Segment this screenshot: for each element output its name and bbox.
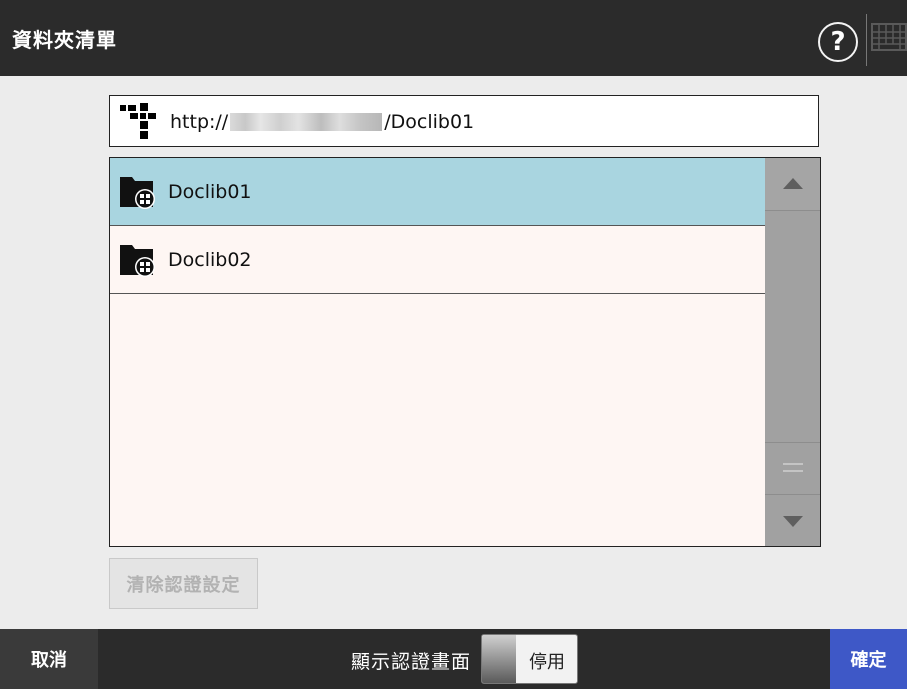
show-auth-screen-toggle[interactable]: 停用 — [481, 634, 578, 684]
keyboard-icon — [871, 23, 907, 51]
ok-button[interactable]: 確定 — [830, 629, 907, 689]
list-item-label: Doclib01 — [168, 181, 252, 203]
list-item[interactable]: Doclib02 — [110, 226, 765, 294]
sharepoint-folder-icon — [120, 177, 155, 209]
cancel-button[interactable]: 取消 — [0, 629, 98, 689]
triangle-down-icon — [783, 516, 803, 527]
scroll-down-button[interactable] — [765, 494, 820, 546]
path-suffix: /Doclib01 — [384, 111, 475, 133]
sharepoint-folder-icon — [120, 245, 155, 277]
clear-credentials-button[interactable]: 清除認證設定 — [109, 558, 258, 609]
help-icon: ? — [830, 27, 846, 57]
footer-bar: 取消 顯示認證畫面 停用 確定 — [0, 629, 907, 689]
path-prefix: http:// — [170, 111, 229, 133]
grip-icon — [783, 470, 803, 472]
list-item-label: Doclib02 — [168, 249, 252, 271]
scrollbar[interactable] — [765, 158, 820, 546]
folder-list: Doclib01 Doclib02 — [109, 157, 821, 547]
show-auth-screen-label: 顯示認證畫面 — [351, 651, 472, 673]
divider — [866, 14, 867, 66]
path-text: http:// /Doclib01 — [170, 111, 474, 133]
toggle-state-label: 停用 — [529, 652, 565, 673]
title-bar: 資料夾清單 ? — [0, 0, 907, 76]
keyboard-button[interactable] — [871, 23, 907, 55]
triangle-up-icon — [783, 178, 803, 189]
redacted-host — [230, 113, 383, 131]
current-path-field: http:// /Doclib01 — [109, 95, 819, 147]
grip-icon — [783, 463, 803, 465]
list-item[interactable]: Doclib01 — [110, 158, 765, 226]
site-tree-icon — [120, 103, 156, 139]
scroll-thumb[interactable] — [765, 442, 820, 495]
page-title: 資料夾清單 — [12, 28, 117, 52]
help-button[interactable]: ? — [818, 22, 858, 62]
scroll-up-button[interactable] — [765, 158, 820, 211]
toggle-knob[interactable] — [482, 635, 516, 683]
